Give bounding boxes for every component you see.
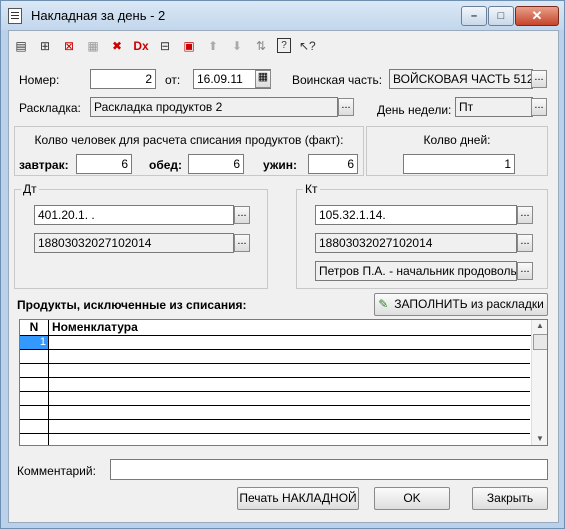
- dx-icon[interactable]: Dx: [133, 38, 149, 54]
- app-window: Накладная за день - 2 – □ ✕ ▤ ⊞ ⊠ ▦ ✖ Dx…: [0, 0, 565, 529]
- unit-select-button[interactable]: ...: [531, 70, 547, 88]
- column-header-n[interactable]: N: [20, 320, 48, 336]
- arrow-down-icon[interactable]: ⬇: [229, 38, 245, 54]
- form-body: ▤ ⊞ ⊠ ▦ ✖ Dx ⊟ ▣ ⬆ ⬇ ⇅ ? ↖? Номер: 2 от:…: [8, 30, 559, 523]
- weekday-select-button[interactable]: ...: [531, 98, 547, 116]
- add-row-icon[interactable]: ▤: [13, 38, 29, 54]
- products-title: Продукты, исключенные из списания:: [17, 298, 247, 312]
- column-header-name[interactable]: Номенклатура: [49, 320, 534, 336]
- title-bar[interactable]: Накладная за день - 2 – □ ✕: [1, 1, 564, 30]
- breakfast-field[interactable]: 6: [76, 154, 132, 174]
- responsible-person-button[interactable]: ...: [517, 262, 533, 280]
- layout-select-button[interactable]: ...: [338, 98, 354, 116]
- table-row[interactable]: 1: [20, 336, 531, 350]
- credit-account-field[interactable]: 105.32.1.14.: [315, 205, 517, 225]
- unit-label: Воинская часть:: [292, 73, 383, 87]
- fill-from-layout-button[interactable]: ✎ ЗАПОЛНИТЬ из раскладки: [374, 293, 548, 316]
- delete-row-icon[interactable]: ⊠: [61, 38, 77, 54]
- row-divider: [20, 349, 530, 350]
- comment-field[interactable]: [110, 459, 548, 480]
- scroll-down-icon[interactable]: ▼: [532, 433, 547, 445]
- scroll-up-icon[interactable]: ▲: [532, 320, 547, 332]
- days-caption: Колво дней:: [423, 133, 491, 147]
- row-divider: [20, 419, 530, 420]
- number-label: Номер:: [19, 73, 60, 87]
- lunch-label: обед:: [149, 158, 183, 172]
- dinner-field[interactable]: 6: [308, 154, 358, 174]
- breakfast-label: завтрак:: [19, 158, 69, 172]
- people-panel: Колво человек для расчета списания проду…: [14, 126, 364, 176]
- minimize-icon: –: [470, 10, 478, 22]
- debit-code-button[interactable]: ...: [234, 234, 250, 252]
- calendar-icon: ▦: [257, 71, 269, 83]
- table-insert-icon[interactable]: ▣: [181, 38, 197, 54]
- calendar-button[interactable]: ▦: [255, 70, 271, 88]
- row-divider: [20, 391, 530, 392]
- close-button[interactable]: Закрыть: [472, 487, 548, 510]
- date-label: от:: [165, 73, 181, 87]
- lunch-field[interactable]: 6: [188, 154, 244, 174]
- days-field[interactable]: 1: [403, 154, 515, 174]
- debit-account-button[interactable]: ...: [234, 206, 250, 224]
- add-row-plus-icon[interactable]: ⊞: [37, 38, 53, 54]
- layout-label: Раскладка:: [19, 101, 81, 115]
- copy-row-icon[interactable]: ▦: [85, 38, 101, 54]
- row-number-cell[interactable]: 1: [20, 336, 48, 349]
- arrow-up-icon[interactable]: ⬆: [205, 38, 221, 54]
- help-icon[interactable]: ?: [277, 38, 291, 53]
- table-scrollbar[interactable]: ▲ ▼: [531, 320, 547, 445]
- layout-field[interactable]: Раскладка продуктов 2: [90, 97, 338, 117]
- row-divider: [20, 363, 530, 364]
- debit-label: Дт: [21, 182, 39, 196]
- pointer-help-icon[interactable]: ↖?: [299, 38, 316, 54]
- fill-icon: ✎: [378, 297, 389, 311]
- insert-icon[interactable]: ⊟: [157, 38, 173, 54]
- row-divider: [20, 377, 530, 378]
- row-divider: [20, 405, 530, 406]
- credit-account-button[interactable]: ...: [517, 206, 533, 224]
- comment-label: Комментарий:: [17, 464, 96, 478]
- dinner-label: ужин:: [263, 158, 297, 172]
- close-window-button[interactable]: ✕: [515, 6, 559, 26]
- delete-doc-icon[interactable]: ✖: [109, 38, 125, 54]
- number-field[interactable]: 2: [90, 69, 156, 89]
- minimize-button[interactable]: –: [461, 6, 487, 26]
- document-icon: [8, 8, 22, 24]
- window-title: Накладная за день - 2: [31, 8, 166, 23]
- people-caption: Колво человек для расчета списания проду…: [34, 133, 344, 147]
- fill-from-layout-label: ЗАПОЛНИТЬ из раскладки: [394, 297, 544, 311]
- ok-button[interactable]: OK: [374, 487, 450, 510]
- row-divider: [20, 433, 530, 434]
- credit-code-field[interactable]: 18803032027102014: [315, 233, 517, 253]
- sort-icon[interactable]: ⇅: [253, 38, 269, 54]
- credit-label: Кт: [303, 182, 320, 196]
- unit-field[interactable]: ВОЙСКОВАЯ ЧАСТЬ 5126: [389, 69, 533, 89]
- credit-code-button[interactable]: ...: [517, 234, 533, 252]
- scroll-thumb[interactable]: [533, 334, 547, 350]
- products-table[interactable]: N Номенклатура 1 ▲ ▼: [19, 319, 548, 446]
- close-icon: ✕: [531, 8, 543, 23]
- maximize-button[interactable]: □: [488, 6, 514, 26]
- print-invoice-button[interactable]: Печать НАКЛАДНОЙ: [237, 487, 359, 510]
- debit-account-field[interactable]: 401.20.1. .: [34, 205, 234, 225]
- weekday-label: День недели:: [377, 103, 452, 117]
- days-panel: Колво дней: 1: [366, 126, 548, 176]
- row-name-cell[interactable]: [49, 336, 531, 349]
- weekday-field[interactable]: Пт: [455, 97, 533, 117]
- debit-panel: Дт 401.20.1. . ... 18803032027102014 ...: [14, 182, 268, 289]
- maximize-icon: □: [497, 10, 505, 22]
- toolbar: ▤ ⊞ ⊠ ▦ ✖ Dx ⊟ ▣ ⬆ ⬇ ⇅ ? ↖?: [9, 31, 558, 61]
- credit-panel: Кт 105.32.1.14. ... 18803032027102014 ..…: [296, 182, 548, 289]
- debit-code-field[interactable]: 18803032027102014: [34, 233, 234, 253]
- responsible-person-field[interactable]: Петров П.А. - начальник продовольст: [315, 261, 517, 281]
